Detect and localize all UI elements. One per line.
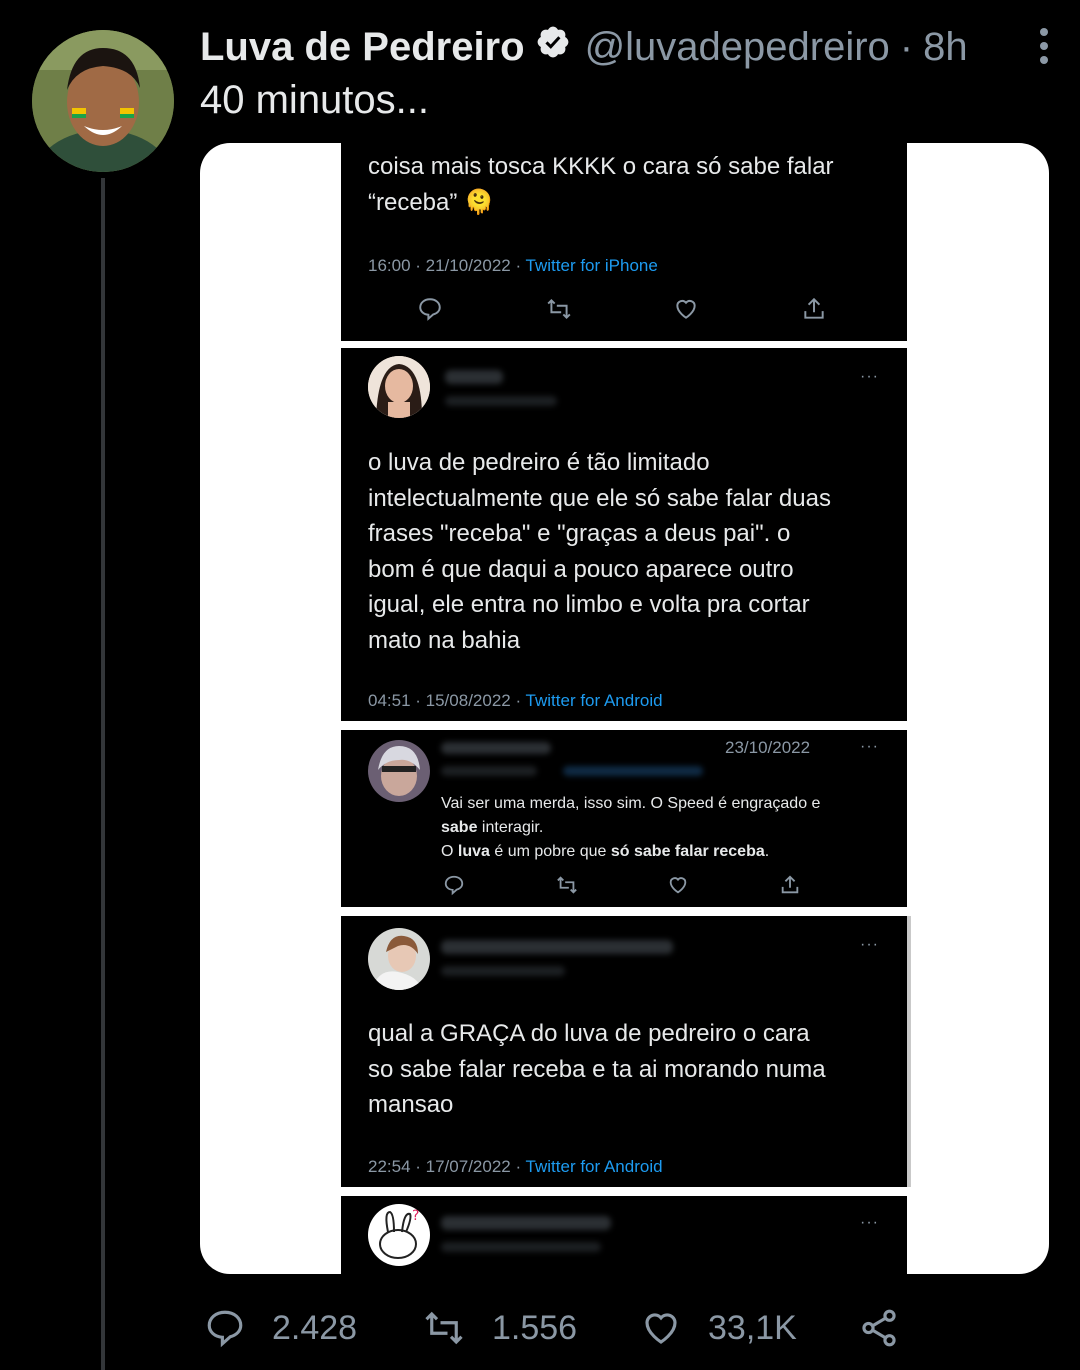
shot3-blurred-link	[563, 766, 703, 776]
svg-text:?: ?	[412, 1208, 419, 1224]
shot4-more: ···	[860, 936, 879, 953]
shot3-date: 23/10/2022	[725, 738, 811, 757]
screenshot-tweet-2: ··· o luva de pedreiro é tão limitado in…	[341, 348, 907, 721]
author-handle[interactable]: @luvadepedreiro	[585, 25, 890, 70]
thread-line	[101, 178, 105, 1370]
retweet-icon	[547, 298, 571, 320]
shot1-source: Twitter for iPhone	[525, 256, 658, 275]
share-button[interactable]	[858, 1300, 926, 1356]
shot1-text: coisa mais tosca KKKK o cara só sabe fal…	[368, 153, 834, 216]
separator: ·	[899, 24, 914, 69]
shot3-line2: sabe interagir.	[441, 819, 544, 836]
shot4-blurred-handle	[441, 966, 565, 976]
retweet-icon	[557, 876, 577, 894]
verified-badge-icon	[525, 24, 585, 70]
shot2-time: 04:51 · 15/08/2022 ·	[368, 691, 526, 710]
shot5-more: ···	[860, 1214, 879, 1231]
reply-icon	[207, 1310, 243, 1348]
shot2-avatar	[368, 356, 430, 418]
heart-icon	[676, 299, 696, 319]
shot2-more: ···	[860, 368, 879, 385]
retweet-count: 1.556	[492, 1308, 578, 1347]
shot5-avatar: ?	[368, 1204, 430, 1266]
reply-icon	[444, 875, 464, 896]
retweet-icon	[425, 1311, 463, 1345]
tweet-time[interactable]: 8h	[923, 25, 968, 70]
shot2-text: o luva de pedreiro é tão limitado intele…	[368, 449, 831, 654]
shot2-blurred-name	[445, 370, 503, 384]
shot3-blurred-name	[441, 742, 551, 754]
shot2-meta: 04:51 · 15/08/2022 · Twitter for Android	[368, 691, 663, 711]
heart-icon	[669, 877, 687, 894]
like-button[interactable]: 33,1K	[640, 1300, 797, 1356]
like-count: 33,1K	[708, 1308, 797, 1347]
shot1-meta: 16:00 · 21/10/2022 · Twitter for iPhone	[368, 256, 658, 276]
share-icon	[804, 297, 824, 319]
shot3-more: ···	[860, 738, 879, 755]
author-avatar[interactable]	[32, 30, 174, 172]
shot5-blurred-name	[441, 1216, 611, 1230]
vertical-dots-icon[interactable]	[1038, 26, 1050, 76]
screenshot-tweet-1: coisa mais tosca KKKK o cara só sabe fal…	[341, 143, 907, 341]
tweet-header: Luva de Pedreiro @luvadepedreiro · 8h	[200, 22, 1050, 72]
shot4-avatar	[368, 928, 430, 990]
shot2-blurred-handle	[445, 396, 557, 406]
shot4-time: 22:54 · 17/07/2022 ·	[368, 1157, 526, 1176]
shot1-time: 16:00 · 21/10/2022 ·	[368, 256, 526, 275]
shot3-line1: Vai ser uma merda, isso sim. O Speed é e…	[441, 795, 821, 812]
share-icon	[781, 875, 799, 894]
shot3-avatar	[368, 740, 430, 802]
shot5-blurred-handle	[441, 1242, 601, 1252]
shot4-meta: 22:54 · 17/07/2022 · Twitter for Android	[368, 1157, 663, 1177]
heart-icon	[645, 1313, 677, 1344]
screenshot-tweet-3: 23/10/2022 ··· Vai ser uma merda, isso s…	[341, 730, 907, 907]
reply-button[interactable]: 2.428	[204, 1300, 357, 1356]
tweet-actions: 2.428 1.556 33,1K	[200, 1300, 1000, 1360]
reply-icon	[419, 298, 441, 321]
reply-count: 2.428	[272, 1308, 358, 1347]
screenshot-tweet-5: ? ···	[341, 1196, 907, 1274]
shot4-text: qual a GRAÇA do luva de pedreiro o cara …	[368, 1020, 826, 1118]
screenshot-tweet-4: ··· qual a GRAÇA do luva de pedreiro o c…	[341, 916, 911, 1187]
shot3-line3: O luva é um pobre que só sabe falar rece…	[441, 843, 770, 860]
shot2-source: Twitter for Android	[525, 691, 663, 710]
author-name[interactable]: Luva de Pedreiro	[200, 25, 525, 70]
tweet-media[interactable]: coisa mais tosca KKKK o cara só sabe fal…	[200, 143, 1049, 1274]
shot3-blurred-handle	[441, 766, 537, 776]
retweet-button[interactable]: 1.556	[422, 1300, 577, 1356]
tweet-text: 40 minutos...	[200, 78, 430, 122]
shot4-source: Twitter for Android	[525, 1157, 663, 1176]
share-icon	[862, 1309, 896, 1347]
shot3-text: Vai ser uma merda, isso sim. O Speed é e…	[441, 792, 820, 864]
shot4-blurred-name	[441, 940, 673, 954]
